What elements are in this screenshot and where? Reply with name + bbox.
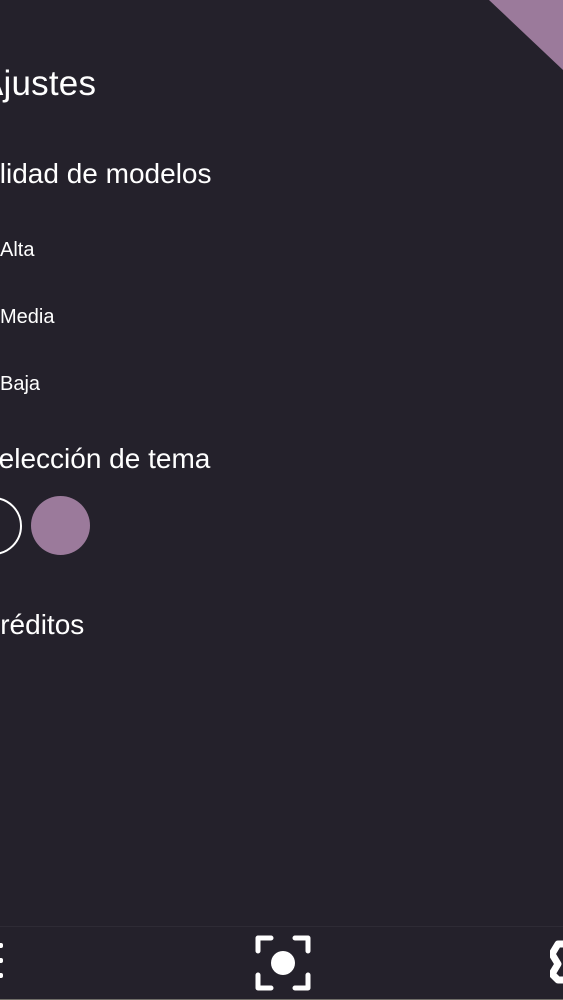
purple-theme-option[interactable] bbox=[31, 496, 90, 555]
camera-icon[interactable] bbox=[254, 934, 312, 992]
quality-option-media[interactable]: Media bbox=[0, 305, 54, 329]
quality-option-alta[interactable]: Alta bbox=[0, 238, 34, 262]
settings-screen: Ajustes Calidad de modelos Alta Media Ba… bbox=[0, 0, 563, 1000]
theme-section-title: Selección de tema bbox=[0, 443, 211, 474]
light-theme-option[interactable] bbox=[0, 497, 22, 555]
quality-option-baja[interactable]: Baja bbox=[0, 372, 40, 396]
credits-title[interactable]: Créditos bbox=[0, 608, 84, 642]
corner-accent bbox=[489, 0, 563, 70]
quality-section-title: Calidad de modelos bbox=[0, 158, 212, 189]
menu-icon[interactable] bbox=[0, 941, 7, 983]
settings-icon[interactable] bbox=[550, 940, 563, 984]
bottom-navigation bbox=[0, 926, 563, 1000]
page-title: Ajustes bbox=[0, 64, 97, 103]
